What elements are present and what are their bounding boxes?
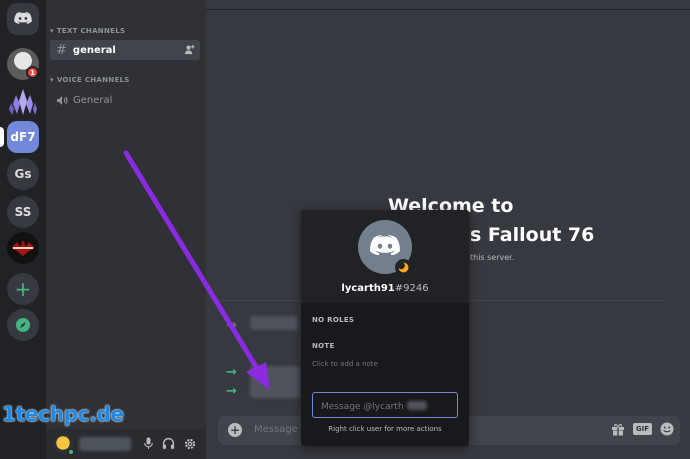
- chevron-down-icon: ▾: [50, 27, 54, 35]
- category-label: TEXT CHANNELS: [56, 27, 126, 35]
- category-label: VOICE CHANNELS: [56, 76, 130, 84]
- voice-channel-general[interactable]: General: [50, 90, 200, 110]
- active-server-pill: [0, 127, 4, 147]
- explore-servers-button[interactable]: [7, 309, 39, 341]
- text-channels-category[interactable]: ▾ TEXT CHANNELS: [50, 27, 125, 35]
- upload-icon[interactable]: +: [228, 423, 242, 437]
- gear-icon[interactable]: [184, 438, 196, 450]
- redacted-username-suffix: [407, 401, 428, 410]
- channel-header: [206, 0, 690, 10]
- mic-icon[interactable]: [143, 437, 154, 450]
- discriminator-text: #9246: [394, 283, 429, 294]
- welcome-subtext: this server.: [470, 253, 515, 262]
- chevron-down-icon: ▾: [50, 76, 54, 84]
- join-arrow-icon: →: [226, 318, 237, 333]
- popout-username: lycarth91#9246: [301, 283, 469, 294]
- channel-label: general: [72, 44, 116, 56]
- dm-message-input[interactable]: Message @lycarth: [312, 392, 458, 418]
- idle-moon-icon: [398, 262, 409, 273]
- redacted-message: [250, 316, 298, 330]
- popout-footer-hint: Right click user for more actions: [328, 425, 442, 433]
- watermark-logo: 1techpc.de: [2, 402, 124, 426]
- gif-icon[interactable]: GIF: [632, 423, 652, 435]
- join-arrow-icon: →: [226, 384, 237, 399]
- gift-icon[interactable]: [611, 423, 625, 436]
- note-heading: NOTE: [312, 342, 335, 350]
- wasteland-logo-icon: [11, 240, 35, 256]
- server-rail: 1 dF7 Gs SS +: [0, 0, 46, 459]
- compass-icon: [16, 318, 30, 332]
- idle-status: [395, 259, 412, 276]
- username-text: lycarth91: [341, 283, 395, 294]
- redacted-message: [250, 366, 300, 398]
- channel-label: General: [73, 94, 113, 106]
- channel-general[interactable]: # general: [50, 40, 200, 60]
- user-profile-popout: lycarth91#9246 NO ROLES NOTE Click to ad…: [301, 210, 469, 446]
- speaker-icon: [57, 95, 68, 105]
- server-wasteland[interactable]: [7, 232, 39, 264]
- roles-heading: NO ROLES: [312, 316, 355, 324]
- add-server-icon: +: [14, 277, 32, 301]
- crystal-icon: [9, 89, 37, 115]
- discord-logo-icon: [14, 11, 32, 24]
- server-gs[interactable]: Gs: [7, 158, 39, 190]
- home-button[interactable]: [7, 3, 39, 35]
- unread-badge: 1: [26, 66, 39, 79]
- discord-window: 1 dF7 Gs SS + ▾ TEXT CHANNELS # general …: [0, 0, 690, 459]
- server-df7[interactable]: dF7: [7, 121, 39, 153]
- note-field[interactable]: Click to add a note: [312, 360, 378, 368]
- composer-tools: GIF: [611, 422, 674, 436]
- redacted-username: [79, 437, 131, 451]
- welcome-heading-line2: s Fallout 76: [470, 224, 595, 246]
- user-status-dot: [67, 448, 75, 456]
- popout-header: lycarth91#9246: [301, 210, 469, 303]
- emoji-icon[interactable]: [660, 422, 674, 436]
- hash-icon: #: [56, 42, 67, 58]
- add-server-button[interactable]: +: [7, 273, 39, 305]
- invite-icon[interactable]: [184, 44, 195, 55]
- dm-input-placeholder: Message @lycarth: [321, 402, 404, 412]
- discord-logo-icon: [370, 234, 400, 256]
- headphones-icon[interactable]: [162, 437, 175, 450]
- server-ss[interactable]: SS: [7, 196, 39, 228]
- server-crystal[interactable]: [7, 86, 39, 118]
- user-panel: [46, 429, 206, 459]
- join-arrow-icon: →: [226, 365, 237, 380]
- channel-sidebar: ▾ TEXT CHANNELS # general ▾ VOICE CHANNE…: [46, 0, 206, 459]
- voice-channels-category[interactable]: ▾ VOICE CHANNELS: [50, 76, 130, 84]
